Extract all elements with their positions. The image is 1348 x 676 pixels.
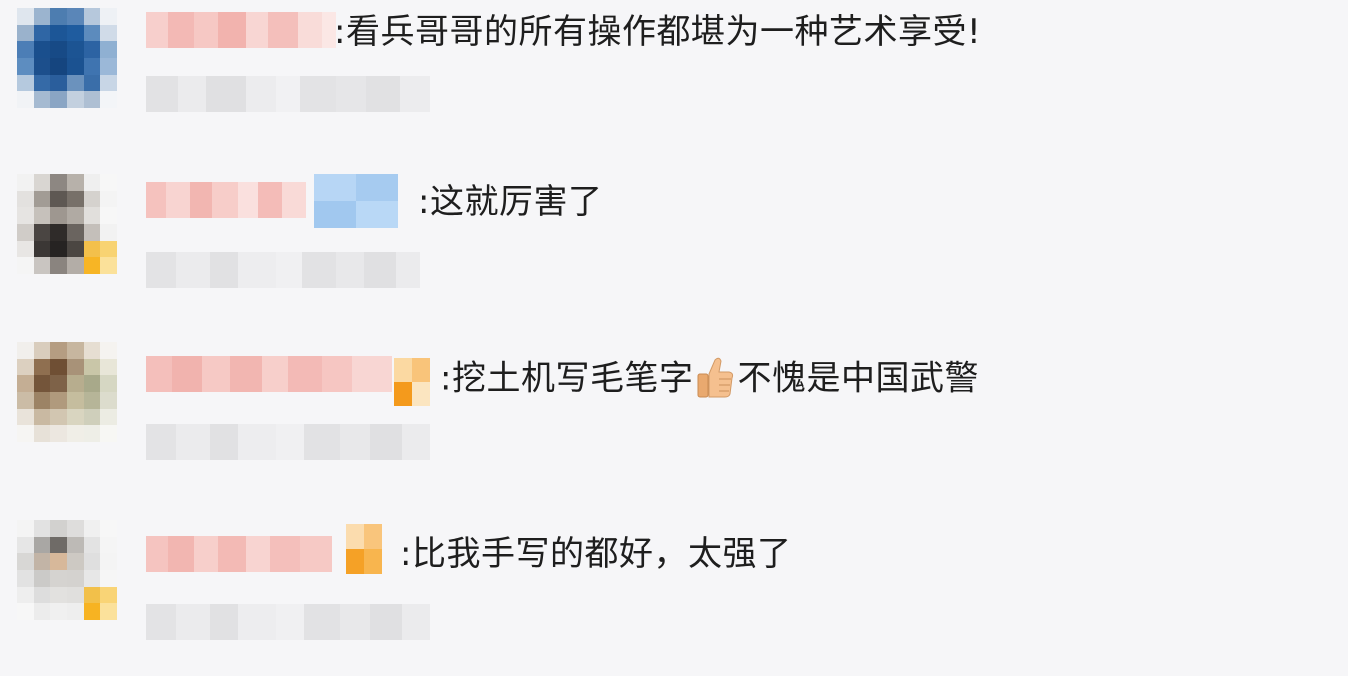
comment-item: :看兵哥哥的所有操作都堪为一种艺术享受! bbox=[0, 0, 1348, 160]
comment-text: :这就厉害了 bbox=[418, 182, 602, 222]
level-badge-blurred bbox=[394, 358, 430, 406]
comment-meta-blurred bbox=[146, 252, 420, 288]
comment-item: :这就厉害了 bbox=[0, 168, 1348, 328]
comment-item: :挖土机写毛笔字 不愧是中国武警 bbox=[0, 340, 1348, 500]
comment-text-part: :比我手写的都好，太强了 bbox=[400, 534, 792, 574]
comment-text-part: :看兵哥哥的所有操作都堪为一种艺术享受! bbox=[334, 12, 982, 52]
username-blurred[interactable] bbox=[146, 12, 336, 48]
comment-meta-blurred bbox=[146, 424, 430, 460]
comment-text-part: 不愧是中国武警 bbox=[737, 358, 979, 399]
comment-text: :看兵哥哥的所有操作都堪为一种艺术享受! bbox=[334, 12, 981, 52]
comment-text: :挖土机写毛笔字 不愧是中国武警 bbox=[440, 357, 979, 402]
avatar[interactable] bbox=[17, 520, 117, 620]
thumbs-up-icon bbox=[697, 357, 734, 398]
avatar[interactable] bbox=[17, 342, 117, 442]
username-blurred[interactable] bbox=[146, 182, 306, 218]
username-blurred[interactable] bbox=[146, 356, 392, 392]
username-blurred[interactable] bbox=[146, 536, 332, 572]
comment-meta-blurred bbox=[146, 76, 430, 112]
avatar[interactable] bbox=[17, 174, 117, 274]
comment-item: :比我手写的都好，太强了 bbox=[0, 512, 1348, 672]
vip-badge-blurred bbox=[314, 174, 398, 228]
comment-text-part: :挖土机写毛笔字 bbox=[440, 358, 694, 399]
level-badge-blurred bbox=[346, 524, 382, 574]
avatar[interactable] bbox=[17, 8, 117, 108]
comment-meta-blurred bbox=[146, 604, 430, 640]
comment-text-part: :这就厉害了 bbox=[418, 182, 603, 222]
comment-text: :比我手写的都好，太强了 bbox=[400, 534, 791, 574]
